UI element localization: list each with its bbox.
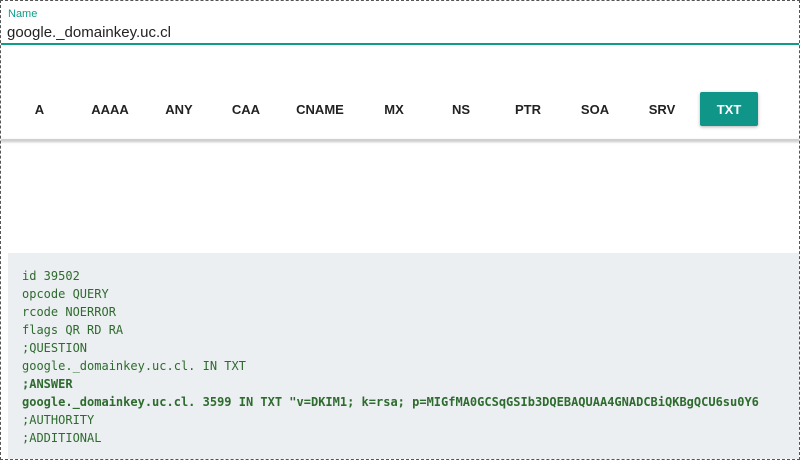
result-line: ;ADDITIONAL <box>22 431 102 445</box>
type-button-ns[interactable]: NS <box>432 92 490 126</box>
type-button-txt[interactable]: TXT <box>700 92 758 126</box>
result-line-answer-header: ;ANSWER <box>22 377 73 391</box>
toolbar-divider <box>1 139 799 141</box>
name-field-label: Name <box>8 8 38 20</box>
type-button-ptr[interactable]: PTR <box>499 92 557 126</box>
type-button-srv[interactable]: SRV <box>633 92 691 126</box>
result-line: flags QR RD RA <box>22 323 124 337</box>
name-field[interactable]: Name <box>1 1 799 45</box>
result-line: opcode QUERY <box>22 287 109 301</box>
result-line: ;QUESTION <box>22 341 88 355</box>
result-line: rcode NOERROR <box>22 305 116 319</box>
query-result-panel: id 39502 opcode QUERY rcode NOERROR flag… <box>8 253 799 459</box>
type-button-mx[interactable]: MX <box>365 92 423 126</box>
type-button-aaaa[interactable]: AAAA <box>79 92 141 126</box>
type-button-a[interactable]: A <box>12 92 67 126</box>
result-line: ;AUTHORITY <box>22 413 95 427</box>
name-field-underline <box>1 43 799 45</box>
type-button-caa[interactable]: CAA <box>217 92 275 126</box>
type-button-cname[interactable]: CNAME <box>285 92 355 126</box>
result-line: google._domainkey.uc.cl. IN TXT <box>22 359 246 373</box>
result-line-answer-record: google._domainkey.uc.cl. 3599 IN TXT "v=… <box>22 395 759 409</box>
type-button-soa[interactable]: SOA <box>566 92 624 126</box>
type-button-any[interactable]: ANY <box>149 92 209 126</box>
record-type-bar: A AAAA ANY CAA CNAME MX NS PTR SOA SRV T… <box>1 79 799 139</box>
result-line: id 39502 <box>22 269 80 283</box>
dns-lookup-panel: Name A AAAA ANY CAA CNAME MX NS PTR SOA … <box>0 0 800 460</box>
name-input[interactable] <box>7 23 787 41</box>
